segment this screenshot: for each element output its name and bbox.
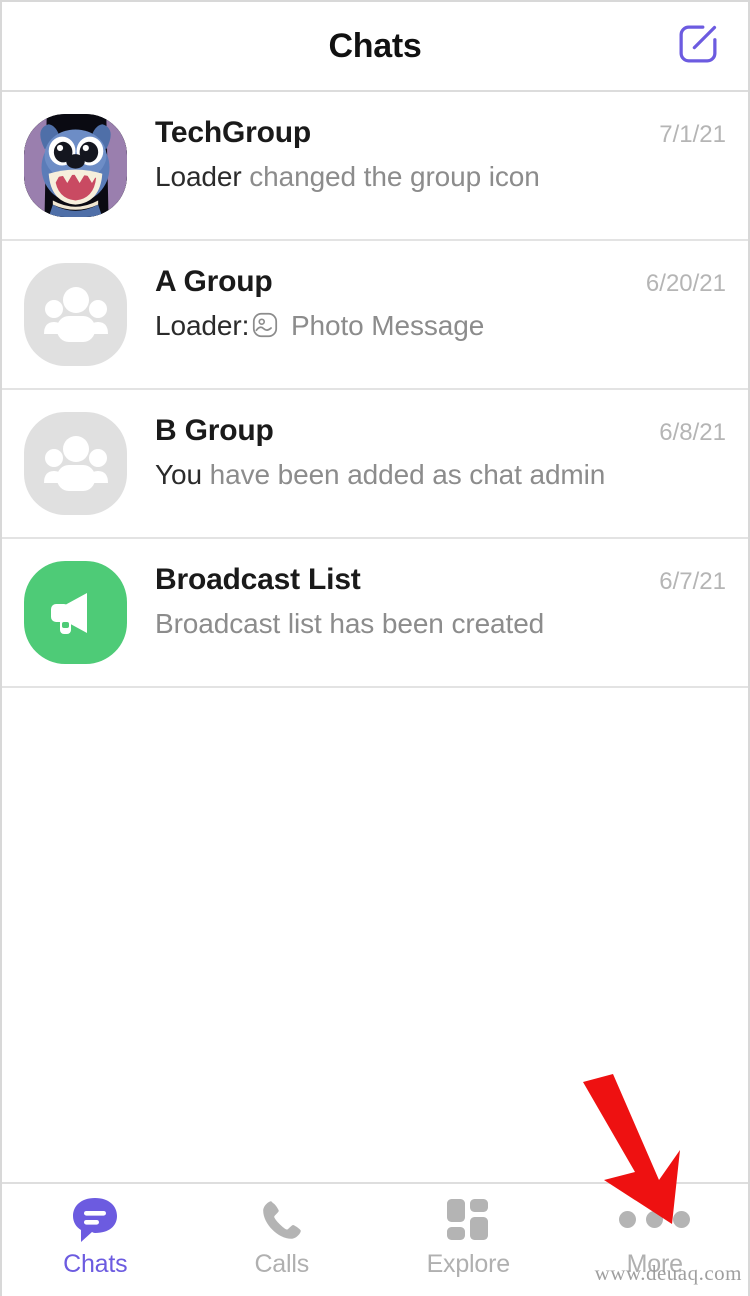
preview-text: have been added as chat admin	[202, 459, 605, 490]
preview-text: Photo Message	[283, 310, 484, 341]
chat-preview: Loader changed the group icon	[155, 157, 728, 197]
chat-preview: Broadcast list has been created	[155, 604, 728, 644]
chat-preview: Loader: Photo Message	[155, 306, 728, 350]
tab-label: Calls	[254, 1250, 309, 1279]
empty-list-area	[2, 935, 748, 1182]
chat-timestamp: 7/1/21	[659, 121, 728, 149]
tab-label: Chats	[63, 1250, 127, 1279]
chat-row-b-group[interactable]: B Group 6/8/21 You have been added as ch…	[2, 390, 748, 539]
group-people-icon	[24, 412, 127, 515]
page-title: Chats	[329, 27, 422, 66]
chat-row-techgroup[interactable]: TechGroup 7/1/21 Loader changed the grou…	[2, 92, 748, 241]
ellipsis-icon	[619, 1196, 690, 1244]
chat-bubble-icon	[69, 1196, 121, 1244]
header-bar: Chats	[2, 2, 748, 92]
avatar[interactable]	[24, 561, 127, 664]
group-people-icon	[24, 263, 127, 366]
tab-calls[interactable]: Calls	[189, 1184, 376, 1296]
megaphone-icon	[24, 561, 127, 664]
row-header: Broadcast List 6/7/21	[155, 563, 728, 597]
chat-timestamp: 6/7/21	[659, 568, 728, 596]
row-header: B Group 6/8/21	[155, 414, 728, 448]
dot	[673, 1211, 690, 1228]
app-screen: Chats	[0, 0, 750, 1296]
preview-text: Broadcast list has been created	[155, 608, 544, 639]
dot	[619, 1211, 636, 1228]
preview-text: changed the group icon	[242, 161, 540, 192]
chat-name: A Group	[155, 265, 272, 299]
chat-row-broadcast-list[interactable]: Broadcast List 6/7/21 Broadcast list has…	[2, 539, 748, 688]
row-content: Broadcast List 6/7/21 Broadcast list has…	[155, 561, 728, 644]
ellipsis-dots	[619, 1211, 690, 1228]
tab-explore[interactable]: Explore	[375, 1184, 562, 1296]
chat-list: TechGroup 7/1/21 Loader changed the grou…	[2, 92, 748, 935]
row-content: TechGroup 7/1/21 Loader changed the grou…	[155, 114, 728, 197]
avatar[interactable]	[24, 114, 127, 217]
row-header: A Group 6/20/21	[155, 265, 728, 299]
photo-message-icon	[251, 310, 279, 350]
compose-button[interactable]	[672, 20, 724, 72]
tab-label: Explore	[427, 1250, 510, 1279]
chat-name: Broadcast List	[155, 563, 361, 597]
preview-sender: Loader	[155, 161, 242, 192]
compose-pencil-icon	[675, 21, 721, 72]
grid-icon	[445, 1196, 491, 1244]
watermark: www.deuaq.com	[595, 1261, 742, 1286]
row-content: A Group 6/20/21 Loader: Photo Message	[155, 263, 728, 350]
chat-preview: You have been added as chat admin	[155, 455, 728, 495]
chat-timestamp: 6/8/21	[659, 419, 728, 447]
chat-row-a-group[interactable]: A Group 6/20/21 Loader: Photo Message	[2, 241, 748, 390]
preview-sender: You	[155, 459, 202, 490]
chat-name: B Group	[155, 414, 274, 448]
row-header: TechGroup 7/1/21	[155, 116, 728, 150]
chat-name: TechGroup	[155, 116, 311, 150]
tab-chats[interactable]: Chats	[2, 1184, 189, 1296]
avatar[interactable]	[24, 263, 127, 366]
avatar[interactable]	[24, 412, 127, 515]
dot	[646, 1211, 663, 1228]
row-content: B Group 6/8/21 You have been added as ch…	[155, 412, 728, 495]
stitch-character-avatar	[24, 114, 127, 217]
chat-timestamp: 6/20/21	[646, 270, 728, 298]
phone-icon	[258, 1196, 306, 1244]
preview-sender: Loader:	[155, 310, 249, 341]
